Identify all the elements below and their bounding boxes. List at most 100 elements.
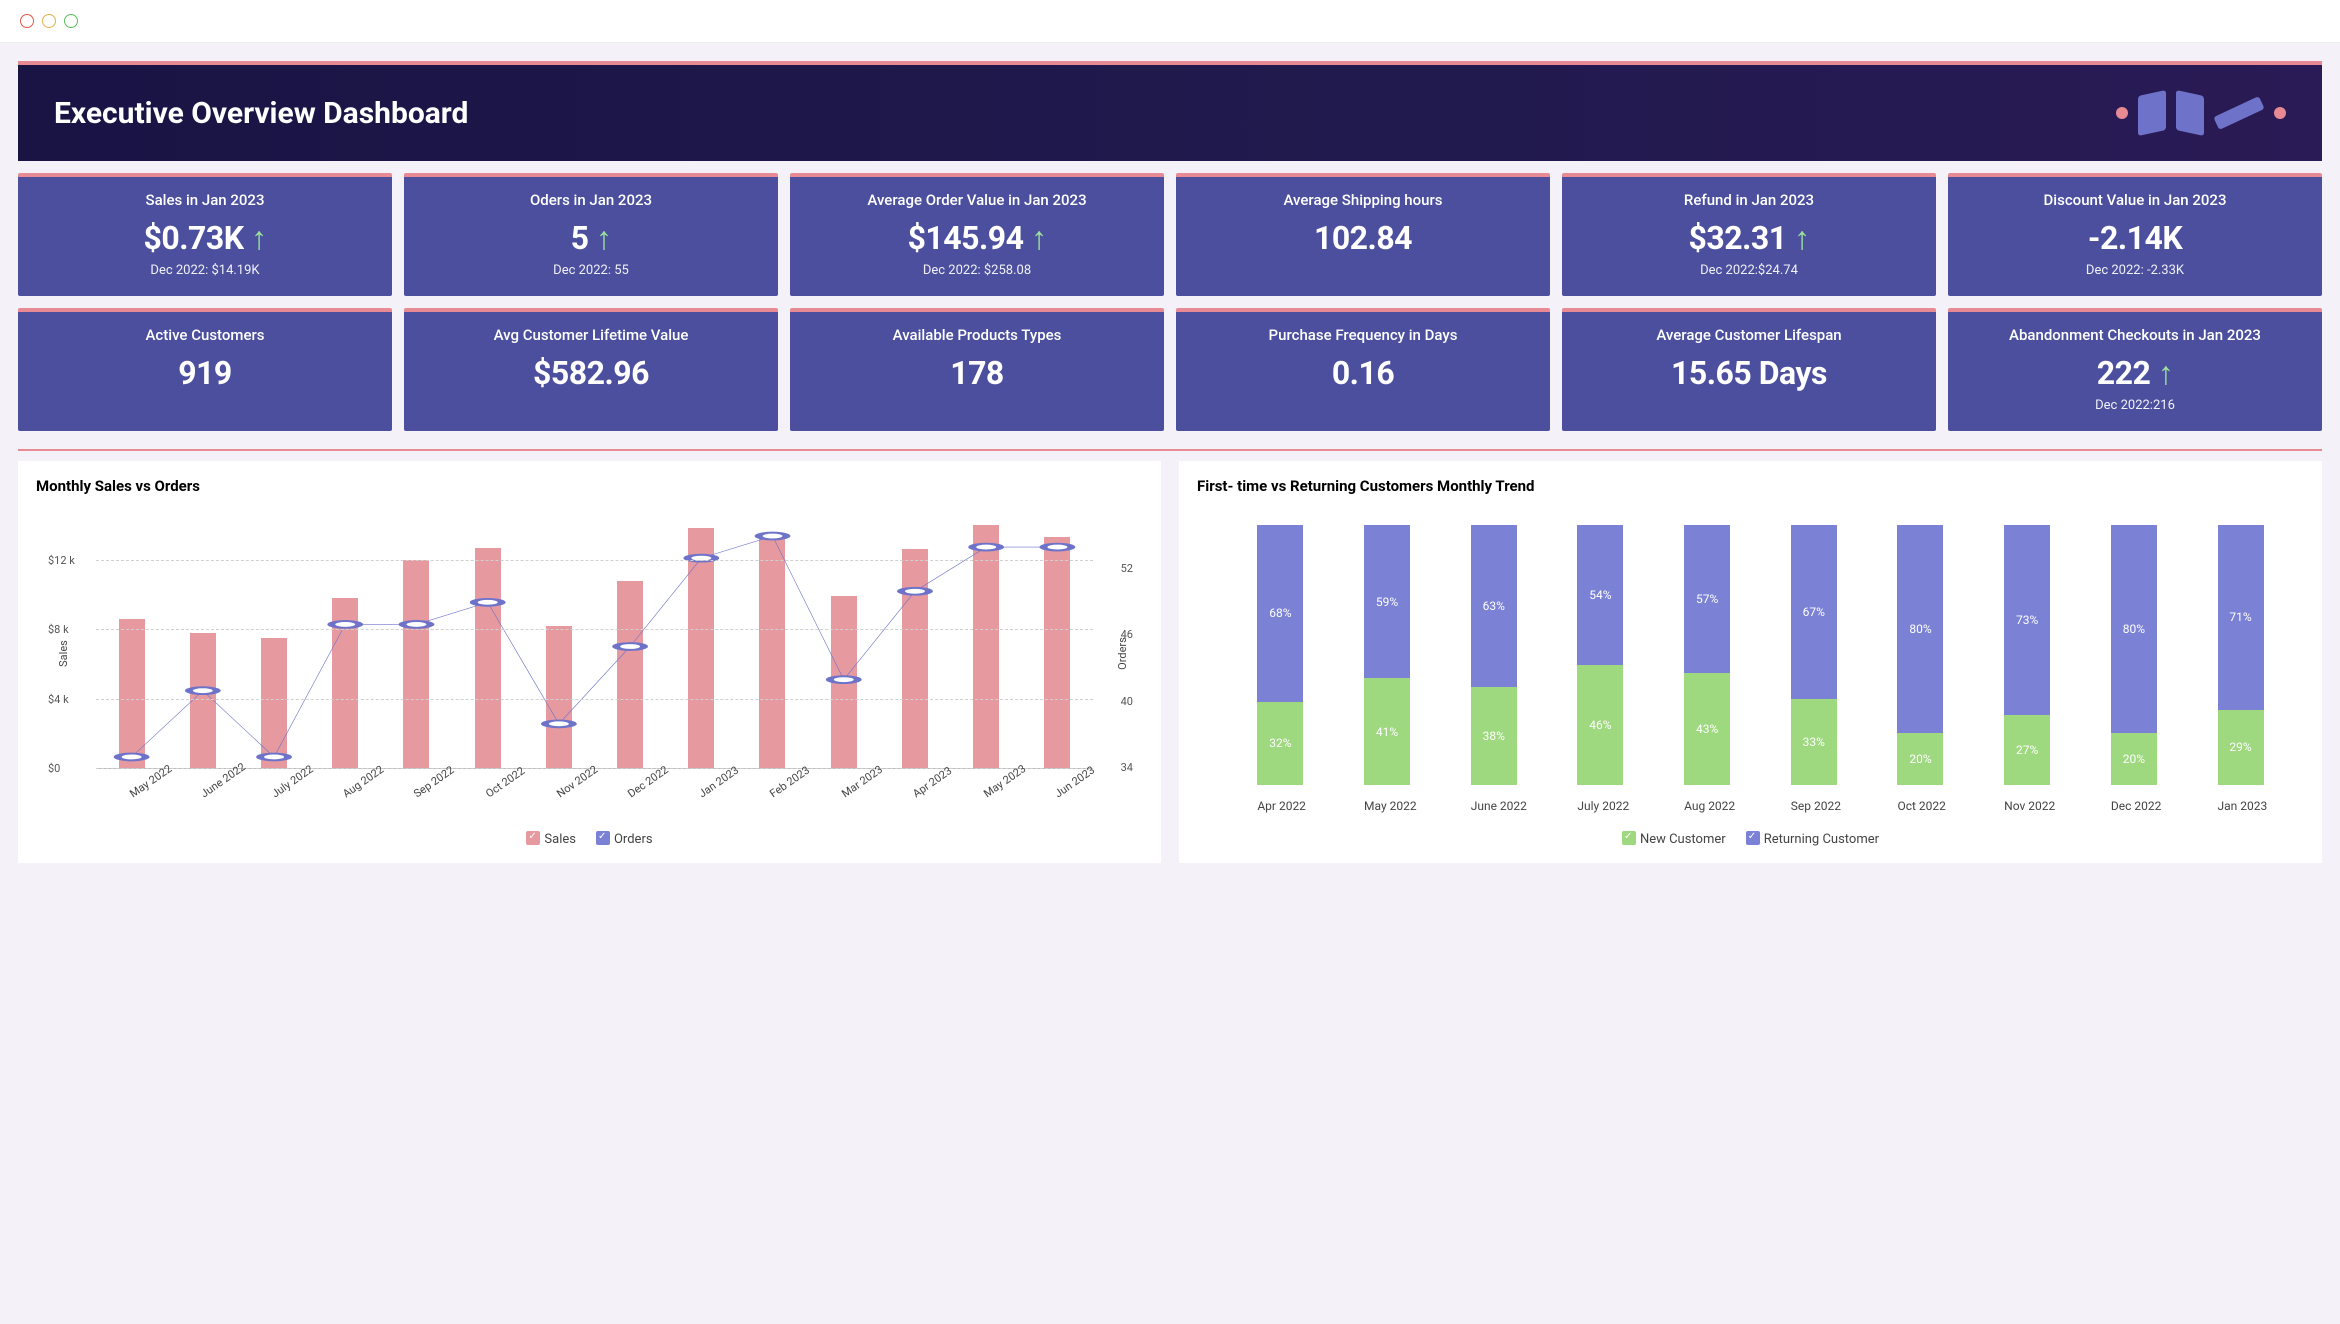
segment-new: 38% bbox=[1471, 687, 1517, 785]
segment-new: 32% bbox=[1257, 702, 1303, 785]
legend-new-customer[interactable]: New Customer bbox=[1622, 831, 1726, 847]
segment-returning: 67% bbox=[1791, 525, 1837, 699]
x-tick-label: July 2022 bbox=[1577, 799, 1623, 813]
stacked-bar: 71%29% bbox=[2218, 525, 2264, 785]
segment-new: 29% bbox=[2218, 710, 2264, 785]
segment-returning: 57% bbox=[1684, 525, 1730, 673]
x-tick-label: Oct 2022 bbox=[1897, 799, 1943, 813]
kpi-card: Abandonment Checkouts in Jan 2023 222 Dec … bbox=[1948, 308, 2322, 431]
kpi-label: Active Customers bbox=[26, 326, 384, 344]
y-axis-left-label: Sales bbox=[57, 640, 70, 667]
kpi-value: 222 bbox=[1956, 354, 2314, 392]
minimize-icon[interactable] bbox=[42, 14, 56, 28]
kpi-label: Avg Customer Lifetime Value bbox=[412, 326, 770, 344]
kpi-value: 5 bbox=[412, 219, 770, 257]
segment-returning: 80% bbox=[2111, 525, 2157, 733]
kpi-label: Discount Value in Jan 2023 bbox=[1956, 191, 2314, 209]
segment-returning: 68% bbox=[1257, 525, 1303, 702]
kpi-label: Abandonment Checkouts in Jan 2023 bbox=[1956, 326, 2314, 344]
segment-returning: 54% bbox=[1577, 525, 1623, 665]
kpi-subtext: Dec 2022: $14.19K bbox=[26, 263, 384, 278]
stacked-bar: 54%46% bbox=[1577, 525, 1623, 785]
kpi-card: Oders in Jan 2023 5 Dec 2022: 55 bbox=[404, 173, 778, 296]
legend-returning-customer[interactable]: Returning Customer bbox=[1746, 831, 1879, 847]
segment-new: 20% bbox=[2111, 733, 2157, 785]
legend-orders[interactable]: Orders bbox=[596, 831, 653, 847]
y-axis-right-label: Orders bbox=[1116, 637, 1129, 670]
maximize-icon[interactable] bbox=[64, 14, 78, 28]
x-tick-label: Aug 2022 bbox=[1684, 799, 1730, 813]
combo-plot-area: Sales Orders $0$4 k$8 k$12 k34404652 bbox=[96, 525, 1093, 769]
kpi-label: Purchase Frequency in Days bbox=[1184, 326, 1542, 344]
stacked-bar: 57%43% bbox=[1684, 525, 1730, 785]
segment-new: 27% bbox=[2004, 715, 2050, 785]
kpi-label: Average Shipping hours bbox=[1184, 191, 1542, 209]
segment-new: 41% bbox=[1364, 678, 1410, 785]
kpi-label: Refund in Jan 2023 bbox=[1570, 191, 1928, 209]
kpi-card: Avg Customer Lifetime Value $582.96 bbox=[404, 308, 778, 431]
kpi-card: Average Order Value in Jan 2023 $145.94 De… bbox=[790, 173, 1164, 296]
kpi-label: Available Products Types bbox=[798, 326, 1156, 344]
chart-legend: New Customer Returning Customer bbox=[1197, 831, 2304, 847]
legend-sales[interactable]: Sales bbox=[526, 831, 576, 847]
kpi-card: Discount Value in Jan 2023-2.14KDec 2022… bbox=[1948, 173, 2322, 296]
segment-new: 20% bbox=[1897, 733, 1943, 785]
kpi-card: Purchase Frequency in Days 0.16 bbox=[1176, 308, 1550, 431]
segment-new: 33% bbox=[1791, 699, 1837, 785]
kpi-value: 0.16 bbox=[1184, 354, 1542, 392]
kpi-value: 919 bbox=[26, 354, 384, 392]
title-bar: Executive Overview Dashboard bbox=[18, 61, 2322, 161]
segment-new: 46% bbox=[1577, 665, 1623, 785]
kpi-card: Refund in Jan 2023 $32.31 Dec 2022:$24.74 bbox=[1562, 173, 1936, 296]
segment-returning: 63% bbox=[1471, 525, 1517, 687]
x-tick-label: Nov 2022 bbox=[2004, 799, 2050, 813]
x-tick-label: Apr 2022 bbox=[1257, 799, 1303, 813]
kpi-label: Oders in Jan 2023 bbox=[412, 191, 770, 209]
kpi-card: Available Products Types 178 bbox=[790, 308, 1164, 431]
kpi-subtext: Dec 2022:$24.74 bbox=[1570, 263, 1928, 278]
chart-title: First- time vs Returning Customers Month… bbox=[1197, 477, 2304, 495]
kpi-value: $582.96 bbox=[412, 354, 770, 392]
segment-returning: 71% bbox=[2218, 525, 2264, 710]
kpi-card: Sales in Jan 2023 $0.73K Dec 2022: $14.19K bbox=[18, 173, 392, 296]
x-tick-label: June 2022 bbox=[1471, 799, 1517, 813]
segment-returning: 73% bbox=[2004, 525, 2050, 715]
kpi-value: $145.94 bbox=[798, 219, 1156, 257]
kpi-row-2: Active Customers 919 Avg Customer Lifetime… bbox=[18, 308, 2322, 431]
kpi-label: Average Order Value in Jan 2023 bbox=[798, 191, 1156, 209]
kpi-value: $0.73K bbox=[26, 219, 384, 257]
page-title: Executive Overview Dashboard bbox=[54, 96, 468, 131]
kpi-subtext: Dec 2022:216 bbox=[1956, 398, 2314, 413]
stacked-bar: 67%33% bbox=[1791, 525, 1837, 785]
stacked-bar: 73%27% bbox=[2004, 525, 2050, 785]
stack-plot-area: 68%32%59%41%63%38%54%46%57%43%67%33%80%2… bbox=[1227, 525, 2294, 785]
stacked-bar: 80%20% bbox=[1897, 525, 1943, 785]
segment-returning: 80% bbox=[1897, 525, 1943, 733]
kpi-row-1: Sales in Jan 2023 $0.73K Dec 2022: $14.19K… bbox=[18, 173, 2322, 296]
kpi-value: 178 bbox=[798, 354, 1156, 392]
kpi-subtext: Dec 2022: $258.08 bbox=[798, 263, 1156, 278]
x-tick-label: Sep 2022 bbox=[1791, 799, 1837, 813]
chart-title: Monthly Sales vs Orders bbox=[36, 477, 1143, 495]
chart-sales-vs-orders: Monthly Sales vs Orders Sales Orders $0$… bbox=[18, 461, 1161, 863]
kpi-card: Average Shipping hours 102.84 bbox=[1176, 173, 1550, 296]
x-tick-label: May 2022 bbox=[1364, 799, 1410, 813]
kpi-card: Average Customer Lifespan15.65 Days bbox=[1562, 308, 1936, 431]
kpi-value: -2.14K bbox=[1956, 219, 2314, 257]
x-tick-label: Jan 2023 bbox=[2218, 799, 2264, 813]
chart-legend: Sales Orders bbox=[36, 831, 1143, 847]
stacked-bar: 68%32% bbox=[1257, 525, 1303, 785]
stacked-bar: 63%38% bbox=[1471, 525, 1517, 785]
kpi-subtext: Dec 2022: 55 bbox=[412, 263, 770, 278]
close-icon[interactable] bbox=[20, 14, 34, 28]
kpi-label: Sales in Jan 2023 bbox=[26, 191, 384, 209]
logo-icon bbox=[2116, 93, 2286, 133]
kpi-card: Active Customers 919 bbox=[18, 308, 392, 431]
kpi-value: $32.31 bbox=[1570, 219, 1928, 257]
kpi-value: 102.84 bbox=[1184, 219, 1542, 257]
x-tick-label: Dec 2022 bbox=[2111, 799, 2157, 813]
window-chrome bbox=[0, 0, 2340, 43]
kpi-value: 15.65 Days bbox=[1570, 354, 1928, 392]
stacked-bar: 80%20% bbox=[2111, 525, 2157, 785]
stacked-bar: 59%41% bbox=[1364, 525, 1410, 785]
